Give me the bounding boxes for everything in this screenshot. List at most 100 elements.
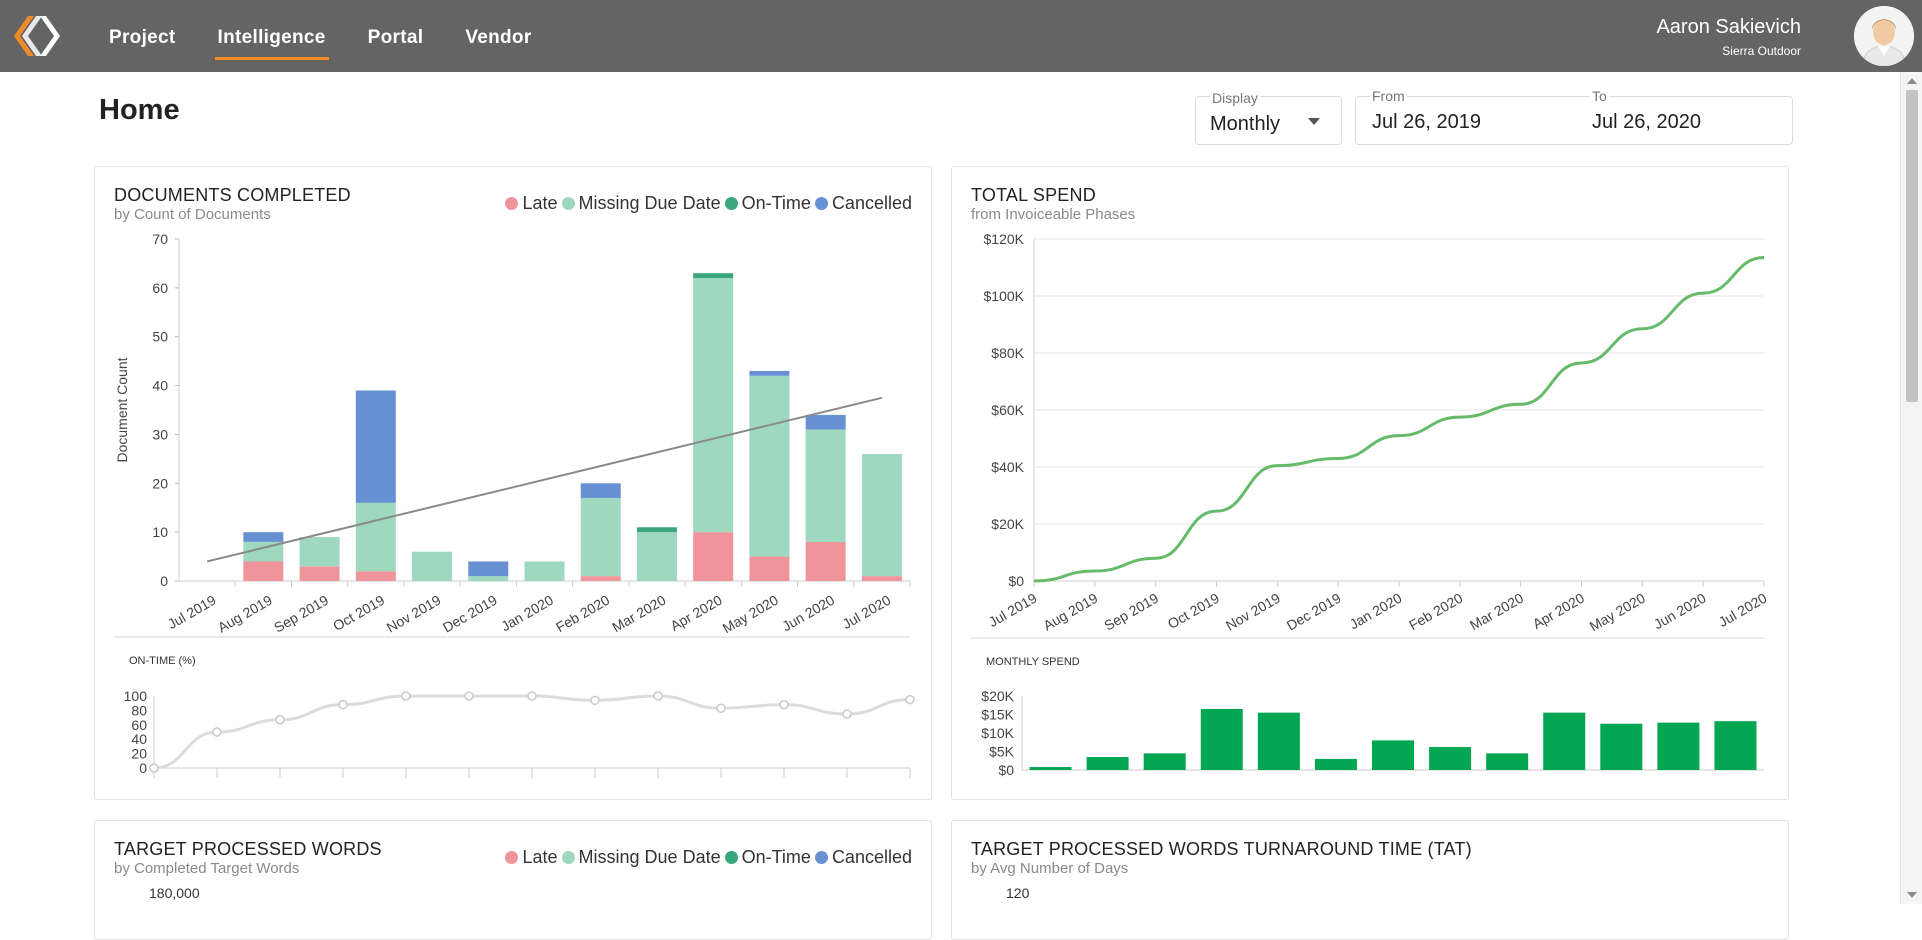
nav-tab-portal[interactable]: Portal [347, 0, 445, 72]
x-tick-label: Jun 2020 [779, 592, 837, 635]
ontime-y-tick-label: 80 [131, 702, 147, 718]
x-tick-label: Jul 2019 [165, 592, 219, 632]
legend-item-late[interactable]: Late [505, 847, 558, 868]
ontime-point [842, 709, 852, 719]
display-value: Monthly [1210, 113, 1281, 135]
display-select[interactable]: Display Monthly [1195, 90, 1342, 145]
bar-segment-late [693, 532, 734, 581]
monthly-spend-bar [1257, 712, 1300, 770]
ontime-line-series [153, 694, 911, 770]
x-tick-label: Apr 2020 [1530, 590, 1587, 632]
bar-segment-cancelled [355, 390, 396, 503]
monthly-spend-bar [1429, 747, 1472, 770]
bar-segment-missing-due-date [749, 375, 790, 557]
x-tick-label: Jul 2020 [1716, 590, 1770, 630]
legend-item-cancelled[interactable]: Cancelled [814, 847, 912, 868]
bar-segment-cancelled [580, 483, 621, 498]
ontime-point [779, 699, 789, 710]
ontime-point [401, 691, 411, 701]
monthly-spend-bar [1543, 712, 1586, 770]
x-tick-label: Apr 2020 [667, 592, 724, 634]
bar-segment-cancelled [805, 414, 846, 430]
scroll-up-arrow-icon[interactable] [1907, 78, 1917, 84]
y-tick-label: $100K [984, 288, 1025, 304]
y-tick-label: 20 [152, 475, 168, 491]
y-tick-label: 60 [152, 280, 168, 296]
x-tick-label: Aug 2019 [215, 592, 275, 636]
x-tick-label: May 2020 [720, 592, 781, 637]
x-tick-label: Feb 2020 [1406, 590, 1465, 634]
ontime-point [212, 727, 222, 737]
x-tick-label: Aug 2019 [1040, 590, 1100, 634]
chart-legend: Late Missing Due Date On-Time Cancelled [501, 847, 912, 868]
x-tick-label: Feb 2020 [553, 592, 612, 636]
chevron-down-icon [1308, 118, 1320, 125]
y-tick-label: 10 [152, 524, 168, 540]
from-label: From [1370, 88, 1407, 104]
bar-segment-on-time [636, 527, 677, 533]
legend-dot-cancelled [814, 851, 828, 864]
to-date-input[interactable]: Jul 26, 2020 [1592, 111, 1701, 134]
bar-segment-missing-due-date [299, 537, 340, 567]
main-nav: Project Intelligence Portal Vendor [88, 0, 553, 72]
bar-segment-missing-due-date [693, 278, 734, 533]
x-tick-label: Jan 2020 [498, 592, 556, 635]
y-tick-label: $40K [991, 459, 1024, 475]
x-tick-label: Nov 2019 [384, 592, 444, 636]
y-tick-label: 70 [152, 231, 168, 247]
from-date-input[interactable]: Jul 26, 2019 [1372, 111, 1481, 134]
user-avatar-icon[interactable] [1854, 6, 1914, 66]
x-tick-label: Oct 2019 [1165, 590, 1222, 632]
monthly-spend-bar [1086, 757, 1129, 770]
x-tick-label: Sep 2019 [1101, 590, 1161, 634]
ontime-point [464, 691, 474, 701]
page-scrollbar[interactable] [1900, 72, 1922, 904]
legend-item-missing-due-date[interactable]: Missing Due Date [561, 847, 721, 868]
legend-item-on-time[interactable]: On-Time [724, 847, 811, 868]
monthly-y-tick-label: $5K [989, 744, 1015, 760]
y-axis-top-tick: 180,000 [149, 885, 200, 901]
page-title: Home [99, 94, 180, 126]
legend-dot-ontime [724, 851, 738, 864]
documents-stacked-bar-chart: Document Count 0 10 20 30 40 50 60 70 Jul 2019Aug… [114, 231, 915, 778]
y-tick-label: $0 [1008, 573, 1024, 589]
x-tick-label: Mar 2020 [609, 592, 668, 636]
bar-segment-late [749, 556, 790, 581]
ontime-point [905, 694, 915, 705]
legend-dot-missing [561, 851, 575, 864]
ontime-y-tick-label: 60 [131, 717, 147, 733]
y-axis-top-tick: 120 [1006, 885, 1030, 901]
user-name[interactable]: Aaron Sakievich [1656, 16, 1801, 39]
monthly-spend-bar [1657, 722, 1700, 770]
bar-segment-late [861, 576, 902, 581]
x-tick-label: Oct 2019 [330, 592, 387, 634]
y-tick-label: $60K [991, 402, 1024, 418]
nav-tab-vendor[interactable]: Vendor [444, 0, 552, 72]
x-tick-label: May 2020 [1587, 590, 1648, 635]
monthly-spend-subchart-title: MONTHLY SPEND [986, 656, 1080, 668]
monthly-spend-bar [1029, 767, 1072, 770]
y-tick-label: $80K [991, 345, 1024, 361]
company-chevron-logo-icon[interactable] [10, 12, 66, 60]
scroll-down-arrow-icon[interactable] [1907, 892, 1917, 898]
scrollbar-thumb[interactable] [1906, 90, 1918, 402]
x-tick-label: Mar 2020 [1467, 590, 1526, 634]
x-tick-label: Jun 2020 [1651, 590, 1709, 633]
monthly-y-tick-label: $10K [981, 725, 1014, 741]
total-spend-line-chart: $0 $20K $40K $60K $80K $100K $120K Jul 2019 Aug … [971, 231, 1770, 778]
bar-segment-cancelled [468, 561, 509, 577]
bar-segment-missing-due-date [861, 453, 902, 577]
top-navigation-bar: Project Intelligence Portal Vendor Aaron… [0, 0, 1922, 72]
y-tick-label: 40 [152, 378, 168, 394]
ontime-y-tick-label: 40 [131, 731, 147, 747]
ontime-y-tick-label: 20 [131, 746, 147, 762]
ontime-point [527, 691, 537, 701]
nav-tab-project[interactable]: Project [88, 0, 197, 72]
ontime-y-tick-label: 100 [124, 688, 148, 704]
ontime-point [149, 763, 159, 773]
monthly-y-tick-label: $0 [998, 762, 1014, 778]
bar-segment-late [355, 571, 396, 581]
bar-segment-missing-due-date [468, 576, 509, 581]
nav-tab-intelligence[interactable]: Intelligence [197, 0, 347, 72]
bar-segment-late [243, 561, 284, 581]
